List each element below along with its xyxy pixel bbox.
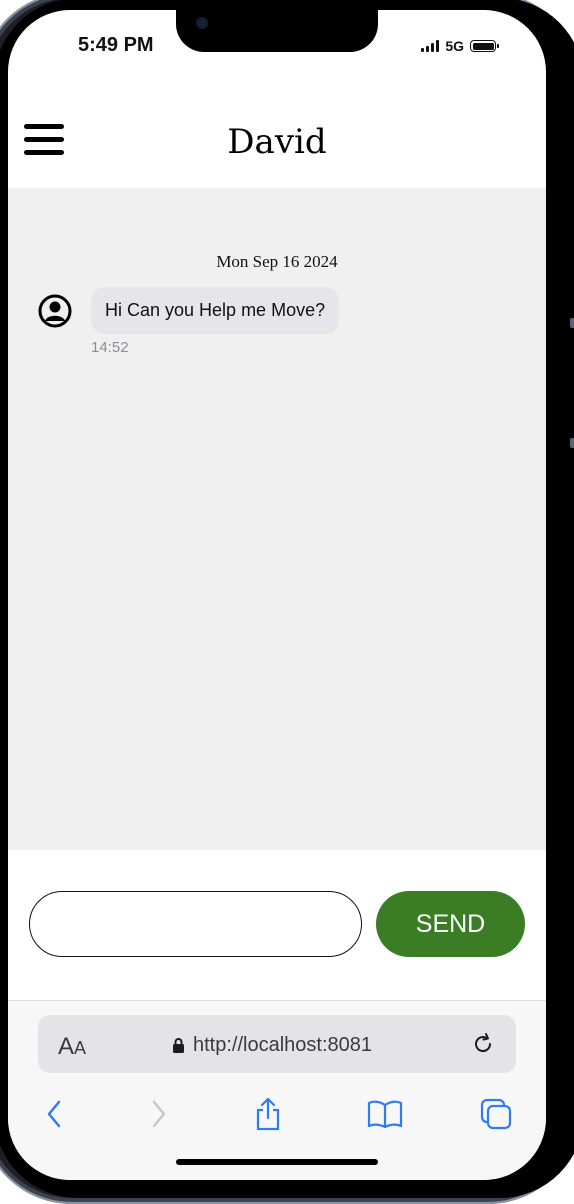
phone-screen: 5:49 PM 5G David Mon Sep 16 2024 Hi Can … — [8, 10, 546, 1180]
camera-icon — [196, 17, 208, 29]
message-input[interactable] — [29, 891, 362, 957]
side-button — [570, 438, 574, 448]
notch — [176, 10, 378, 52]
url-text: http://localhost:8081 — [193, 1034, 373, 1056]
network-label: 5G — [445, 38, 464, 54]
message-time: 14:52 — [91, 339, 129, 356]
lock-icon — [173, 1038, 184, 1053]
browser-toolbar — [8, 1093, 546, 1141]
send-button[interactable]: SEND — [376, 891, 525, 957]
message-composer: SEND — [8, 850, 546, 1000]
message-bubble: Hi Can you Help me Move? — [91, 287, 340, 334]
address-bar[interactable]: AA http://localhost:8081 — [38, 1015, 516, 1073]
share-icon[interactable] — [253, 1097, 283, 1131]
tabs-icon[interactable] — [480, 1097, 512, 1131]
signal-bars-icon — [421, 40, 440, 52]
bookmarks-icon[interactable] — [366, 1097, 404, 1131]
url-display[interactable]: http://localhost:8081 — [172, 1034, 372, 1057]
text-size-button[interactable]: AA — [58, 1033, 86, 1061]
home-indicator — [176, 1159, 378, 1165]
forward-icon[interactable] — [144, 1097, 174, 1131]
back-icon[interactable] — [39, 1097, 69, 1131]
chat-header: David — [8, 100, 546, 188]
date-separator: Mon Sep 16 2024 — [216, 252, 338, 271]
reload-icon[interactable] — [470, 1031, 496, 1057]
status-time: 5:49 PM — [78, 34, 154, 56]
contact-name: David — [227, 122, 327, 162]
battery-icon — [470, 40, 499, 52]
user-circle-icon — [38, 294, 72, 328]
side-button — [570, 318, 574, 328]
browser-chrome: AA http://localhost:8081 — [8, 1000, 546, 1180]
status-indicators: 5G — [421, 38, 499, 54]
chat-thread[interactable]: Mon Sep 16 2024 Hi Can you Help me Move?… — [8, 188, 546, 850]
